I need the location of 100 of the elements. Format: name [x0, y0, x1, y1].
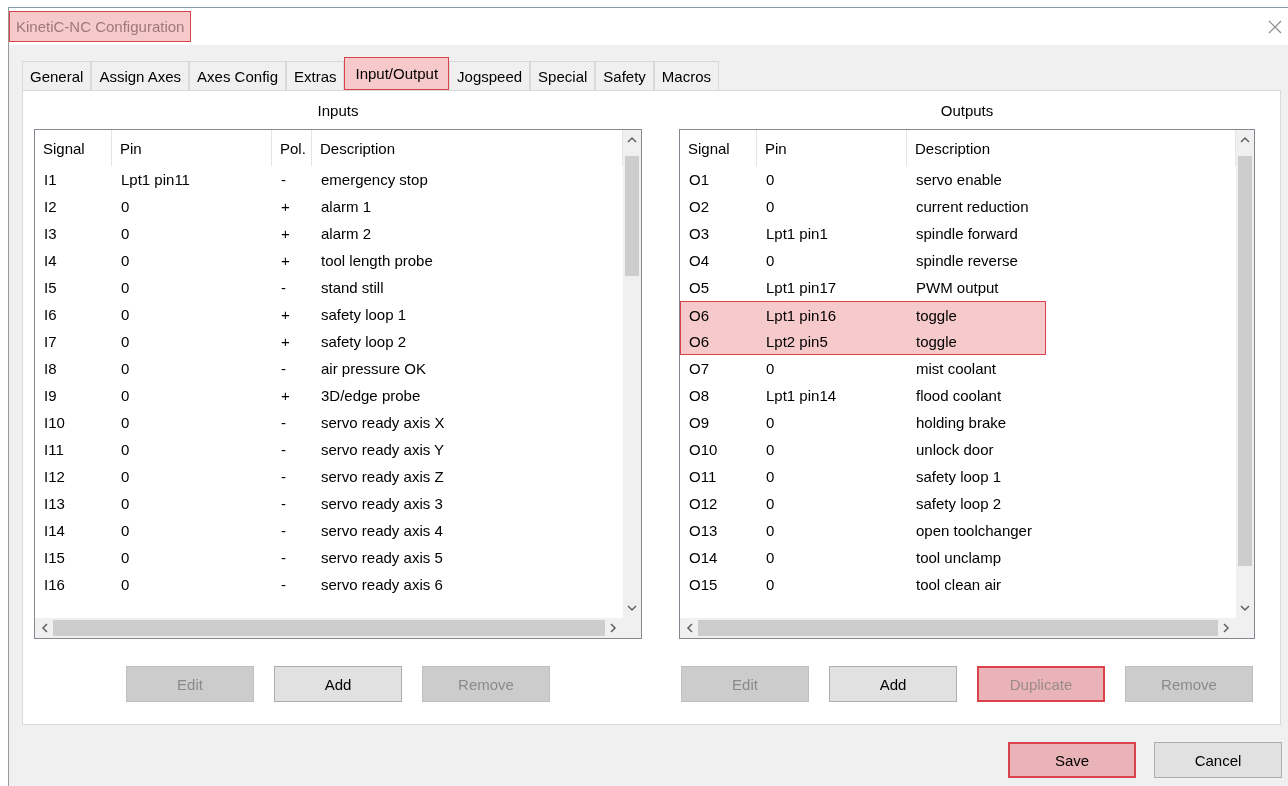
table-cell-text: spindle reverse	[915, 252, 1019, 269]
table-cell-text: I6	[43, 306, 58, 323]
table-row[interactable]: O5 Lpt1 pin17 PWM output	[680, 274, 1046, 301]
table-row[interactable]: I11 0 - servo ready axis Y	[35, 436, 563, 463]
table-cell-text: servo ready axis 3	[320, 495, 444, 512]
table-row[interactable]: O13 0 open toolchanger	[680, 517, 1046, 544]
table-cell-text: PWM output	[915, 279, 1000, 296]
tab[interactable]: Special	[530, 61, 596, 90]
table-row[interactable]: I10 0 - servo ready axis X	[35, 409, 563, 436]
table-row[interactable]: O15 0 tool clean air	[680, 571, 1046, 598]
table-cell-text: unlock door	[915, 441, 995, 458]
table-row[interactable]: I14 0 - servo ready axis 4	[35, 517, 563, 544]
column-header[interactable]: Pin	[112, 130, 272, 166]
scroll-up-icon[interactable]	[1240, 136, 1250, 143]
close-icon[interactable]	[1268, 19, 1282, 34]
table-cell-text: servo ready axis 4	[320, 522, 444, 539]
button[interactable]: Add	[274, 666, 402, 702]
scroll-up-icon[interactable]	[627, 136, 637, 143]
table-row[interactable]: O6 Lpt1 pin16 toggle	[680, 301, 1046, 328]
table-row[interactable]: I8 0 - air pressure OK	[35, 355, 563, 382]
table-cell-text: servo ready axis 6	[320, 576, 444, 593]
scroll-thumb[interactable]	[53, 620, 605, 636]
table-row[interactable]: O9 0 holding brake	[680, 409, 1046, 436]
horizontal-scrollbar[interactable]	[680, 618, 1254, 638]
table-row[interactable]: O4 0 spindle reverse	[680, 247, 1046, 274]
table-row[interactable]: O8 Lpt1 pin14 flood coolant	[680, 382, 1046, 409]
scroll-thumb[interactable]	[698, 620, 1218, 636]
button[interactable]: Save	[1008, 742, 1136, 778]
table-row[interactable]: O14 0 tool unclamp	[680, 544, 1046, 571]
scroll-down-icon[interactable]	[627, 605, 637, 612]
table-row[interactable]: I9 0 + 3D/edge probe	[35, 382, 563, 409]
table-row[interactable]: I5 0 - stand still	[35, 274, 563, 301]
table-cell-text: spindle forward	[915, 225, 1019, 242]
scroll-left-icon[interactable]	[41, 623, 48, 633]
section-heading: Outputs	[940, 101, 994, 119]
column-header[interactable]: Signal	[680, 130, 757, 166]
table-cell-text: O8	[688, 387, 710, 404]
button[interactable]: Add	[829, 666, 957, 702]
table-cell-text: 0	[120, 522, 131, 539]
scroll-left-icon[interactable]	[686, 623, 693, 633]
tab[interactable]: Safety	[595, 61, 654, 90]
table-cell-text: O3	[688, 225, 710, 242]
table-cell-text: I1	[43, 171, 58, 188]
table-cell-text: I14	[43, 522, 66, 539]
table-cell-text: O10	[688, 441, 719, 458]
table-cell-text: 3D/edge probe	[320, 387, 422, 404]
table-cell-text: 0	[120, 549, 131, 566]
table-cell-text: tool clean air	[915, 576, 1003, 593]
table-cell-text: air pressure OK	[320, 360, 428, 377]
table-row[interactable]: I1 Lpt1 pin11 - emergency stop	[35, 166, 563, 193]
table-cell-text: toggle	[915, 332, 958, 350]
table-row[interactable]: O11 0 safety loop 1	[680, 463, 1046, 490]
table-cell-text: +	[280, 225, 291, 242]
table-row[interactable]: I12 0 - servo ready axis Z	[35, 463, 563, 490]
tab[interactable]: Macros	[653, 61, 720, 90]
vertical-scrollbar[interactable]	[623, 130, 641, 618]
tab[interactable]: Extras	[285, 61, 345, 90]
column-header[interactable]: Pin	[757, 130, 907, 166]
table-row[interactable]: I4 0 + tool length probe	[35, 247, 563, 274]
table-cell-text: servo ready axis 5	[320, 549, 444, 566]
table-row[interactable]: I3 0 + alarm 2	[35, 220, 563, 247]
table-row[interactable]: O1 0 servo enable	[680, 166, 1046, 193]
table-cell-text: 0	[120, 252, 131, 269]
table-cell-text: 0	[765, 441, 776, 458]
column-header[interactable]: Pol.	[272, 130, 312, 166]
column-header[interactable]: Signal	[35, 130, 112, 166]
table-row[interactable]: I6 0 + safety loop 1	[35, 301, 563, 328]
table-row[interactable]: O3 Lpt1 pin1 spindle forward	[680, 220, 1046, 247]
table-cell-text: O7	[688, 360, 710, 377]
tab[interactable]: Jogspeed	[449, 61, 531, 90]
table-cell-text: 0	[120, 441, 131, 458]
table-cell-text: 0	[120, 576, 131, 593]
table-cell-text: 0	[765, 252, 776, 269]
table-cell-text: I2	[43, 198, 58, 215]
tab[interactable]: Axes Config	[189, 61, 286, 90]
tab[interactable]: General	[22, 61, 92, 90]
table-row[interactable]: O7 0 mist coolant	[680, 355, 1046, 382]
table-row[interactable]: O10 0 unlock door	[680, 436, 1046, 463]
table-row[interactable]: O2 0 current reduction	[680, 193, 1046, 220]
table-row[interactable]: I15 0 - servo ready axis 5	[35, 544, 563, 571]
scroll-down-icon[interactable]	[1240, 605, 1250, 612]
vertical-scrollbar[interactable]	[1236, 130, 1254, 618]
table-cell-text: -	[280, 414, 287, 431]
tab[interactable]: Assign Axes	[91, 61, 190, 90]
table-row[interactable]: O6 Lpt2 pin5 toggle	[680, 328, 1046, 355]
table-row[interactable]: I2 0 + alarm 1	[35, 193, 563, 220]
scroll-thumb[interactable]	[625, 156, 639, 276]
table-cell-text: I13	[43, 495, 66, 512]
table-cell-text: I7	[43, 333, 58, 350]
button[interactable]: Cancel	[1154, 742, 1282, 778]
table-cell-text: 0	[765, 198, 776, 215]
scroll-right-icon[interactable]	[610, 623, 617, 633]
table-row[interactable]: I13 0 - servo ready axis 3	[35, 490, 563, 517]
scroll-thumb[interactable]	[1238, 156, 1252, 566]
horizontal-scrollbar[interactable]	[35, 618, 641, 638]
scroll-right-icon[interactable]	[1223, 623, 1230, 633]
table-row[interactable]: I7 0 + safety loop 2	[35, 328, 563, 355]
table-row[interactable]: I16 0 - servo ready axis 6	[35, 571, 563, 598]
table-row[interactable]: O12 0 safety loop 2	[680, 490, 1046, 517]
tab[interactable]: Input/Output	[344, 57, 450, 90]
